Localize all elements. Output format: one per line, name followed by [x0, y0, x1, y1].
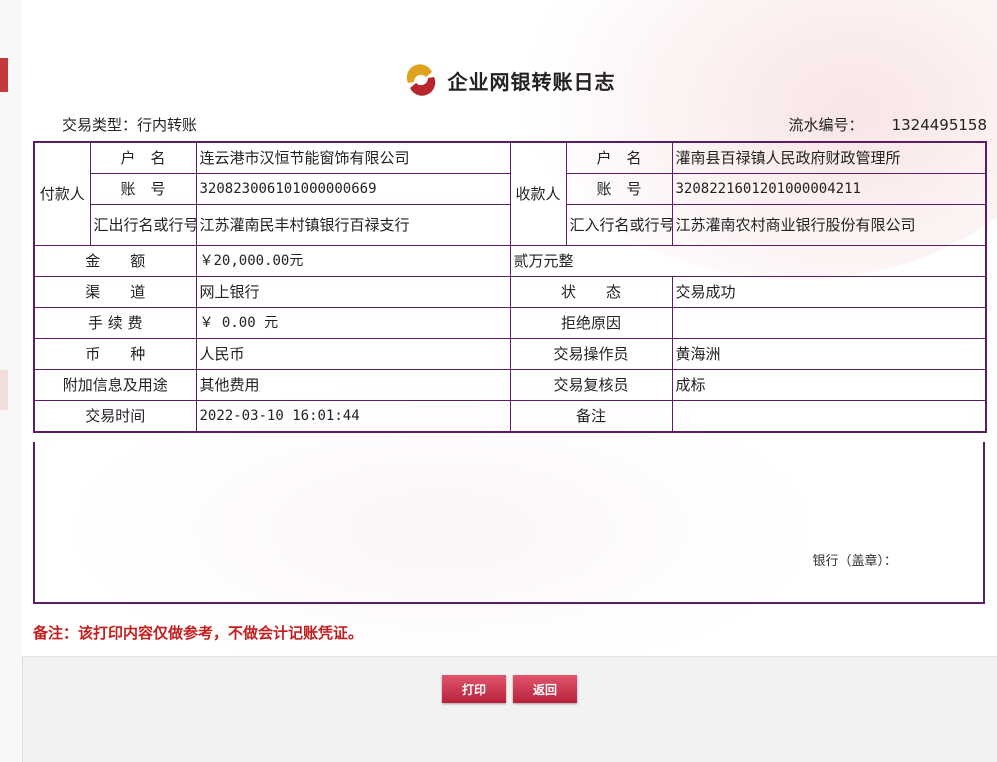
payee-account: 3208221601201000004211: [671, 173, 987, 205]
reject-reason-label: 拒绝原因: [509, 307, 673, 339]
fee-value: ￥ 0.00 元: [195, 307, 511, 339]
reject-reason-value: [671, 307, 987, 339]
operator-label: 交易操作员: [509, 338, 673, 370]
amount-in-words: 贰万元整: [509, 245, 987, 277]
payer-account-label: 账 号: [89, 173, 197, 205]
back-button[interactable]: 返回: [513, 675, 577, 703]
payee-account-label: 账 号: [565, 173, 673, 205]
disclaimer-note: 备注：该打印内容仅做参考，不做会计记账凭证。: [33, 624, 364, 642]
payee-side-label: 收款人: [509, 141, 567, 246]
title-row: 企业网银转账日志: [22, 60, 997, 100]
payer-bank: 江苏灌南民丰村镇银行百禄支行: [195, 204, 511, 246]
currency-value: 人民币: [195, 338, 511, 370]
sidebar-highlight: [0, 58, 8, 92]
payer-account: 320823006101000000669: [195, 173, 511, 205]
purpose-value: 其他费用: [195, 369, 511, 401]
bank-logo-icon: [404, 64, 437, 96]
time-label: 交易时间: [33, 400, 197, 433]
stamp-area: 银行（盖章）：: [33, 442, 985, 604]
amount-label: 金 额: [33, 245, 197, 277]
amount-value: ￥20,000.00元: [195, 245, 511, 277]
left-sidebar-edge: [0, 0, 23, 762]
operator-value: 黄海洲: [671, 338, 987, 370]
sidebar-highlight: [0, 370, 8, 410]
channel-label: 渠 道: [33, 276, 197, 308]
serial-value: 1324495158: [891, 116, 987, 134]
payee-name: 灌南县百禄镇人民政府财政管理所: [671, 141, 987, 174]
transfer-log-table: 付款人 户 名 连云港市汉恒节能窗饰有限公司 收款人 户 名 灌南县百禄镇人民政…: [33, 141, 987, 433]
status-value: 交易成功: [671, 276, 987, 308]
purpose-label: 附加信息及用途: [33, 369, 197, 401]
serial-label: 流水编号：: [788, 116, 864, 134]
payee-name-label: 户 名: [565, 141, 673, 174]
payer-name-label: 户 名: [89, 141, 197, 174]
remark-value: [671, 400, 987, 433]
transfer-log-panel: 企业网银转账日志 交易类型：行内转账 流水编号： 1324495158 付款人 户…: [22, 0, 997, 657]
print-button[interactable]: 打印: [442, 675, 506, 703]
payer-name: 连云港市汉恒节能窗饰有限公司: [195, 141, 511, 174]
currency-label: 币 种: [33, 338, 197, 370]
channel-value: 网上银行: [195, 276, 511, 308]
remark-label: 备注: [509, 400, 673, 433]
time-value: 2022-03-10 16:01:44: [195, 400, 511, 433]
transaction-type: 交易类型：行内转账: [62, 116, 198, 134]
payer-bank-label: 汇出行名或行号: [89, 204, 197, 246]
status-label: 状 态: [509, 276, 673, 308]
serial-number: 流水编号： 1324495158: [789, 114, 987, 135]
reviewer-value: 成标: [671, 369, 987, 401]
payee-bank: 江苏灌南农村商业银行股份有限公司: [671, 204, 987, 246]
fee-label: 手 续 费: [33, 307, 197, 339]
reviewer-label: 交易复核员: [509, 369, 673, 401]
bank-stamp-label: 银行（盖章）：: [812, 554, 897, 569]
payer-side-label: 付款人: [33, 141, 91, 246]
page-title: 企业网银转账日志: [447, 69, 616, 94]
payee-bank-label: 汇入行名或行号: [565, 204, 673, 246]
